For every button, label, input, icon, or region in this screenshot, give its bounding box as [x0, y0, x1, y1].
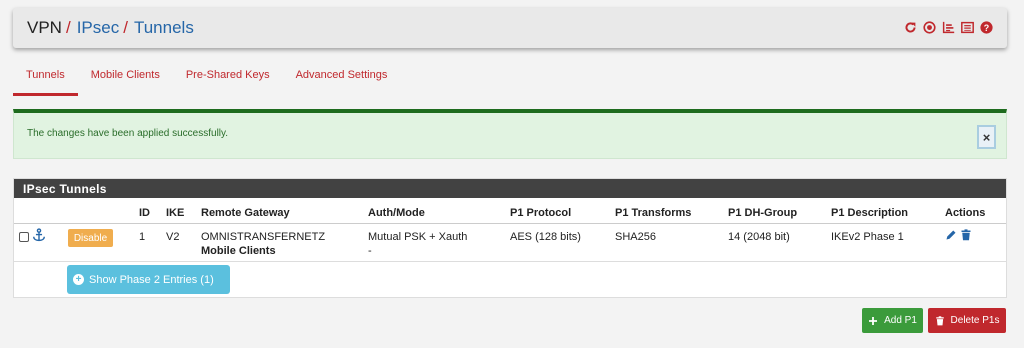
reload-icon[interactable] [904, 21, 917, 34]
anchor-icon[interactable] [32, 228, 46, 242]
cell-remote-gateway: OMNISTRANSFERNETZ [201, 231, 326, 243]
tab-mobile-clients[interactable]: Mobile Clients [78, 62, 173, 96]
row-select-checkbox[interactable] [19, 232, 29, 242]
show-phase2-label: Show Phase 2 Entries (1) [89, 273, 214, 286]
cell-id: 1 [139, 231, 146, 243]
chart-icon[interactable] [942, 21, 955, 34]
delete-p1s-button[interactable]: Delete P1s [928, 308, 1006, 333]
edit-icon[interactable] [945, 228, 957, 240]
column-header-auth-mode: Auth/Mode [368, 207, 425, 219]
column-header-p1-dh-group: P1 DH-Group [728, 207, 798, 219]
plus-circle-icon: + [73, 274, 84, 285]
tab-pre-shared-keys[interactable]: Pre-Shared Keys [173, 62, 283, 96]
breadcrumb-vpn: VPN [27, 18, 62, 37]
success-alert: The changes have been applied successful… [13, 109, 1007, 159]
ipsec-tunnels-panel: IPsec Tunnels ID IKE Remote Gateway Auth… [13, 178, 1007, 298]
svg-text:?: ? [984, 23, 989, 33]
alert-message: The changes have been applied successful… [27, 128, 229, 139]
cell-p1-transforms: SHA256 [615, 231, 656, 243]
cell-auth-mode: Mutual PSK + Xauth [368, 231, 468, 243]
trash-icon[interactable] [960, 228, 972, 241]
cell-p1-description: IKEv2 Phase 1 [831, 231, 904, 243]
add-p1-label: Add P1 [884, 315, 917, 326]
cell-auth-mode-sub: - [368, 245, 372, 257]
close-icon[interactable]: × [977, 125, 996, 149]
show-phase2-button[interactable]: + Show Phase 2 Entries (1) [67, 265, 230, 294]
record-icon[interactable] [923, 21, 936, 34]
add-p1-button[interactable]: Add P1 [862, 308, 923, 333]
breadcrumb-tunnels[interactable]: Tunnels [134, 18, 194, 38]
tab-tunnels[interactable]: Tunnels [13, 62, 78, 96]
breadcrumb-separator: / [65, 18, 71, 37]
column-header-p1-protocol: P1 Protocol [510, 207, 572, 219]
cell-remote-gateway-sub: Mobile Clients [201, 245, 276, 257]
column-header-p1-transforms: P1 Transforms [615, 207, 692, 219]
tab-advanced-settings[interactable]: Advanced Settings [283, 62, 401, 96]
plus-icon [869, 316, 878, 325]
breadcrumb-ipsec[interactable]: IPsec [77, 18, 120, 38]
header-icon-bar: ? [904, 21, 993, 34]
column-header-ike: IKE [166, 207, 185, 219]
column-header-remote-gateway: Remote Gateway [201, 207, 290, 219]
cell-ike: V2 [166, 231, 180, 243]
delete-p1s-label: Delete P1s [950, 315, 1000, 326]
panel-title: IPsec Tunnels [14, 179, 1006, 198]
row-divider [14, 261, 1006, 262]
page-header: VPN / IPsec / Tunnels ? [13, 8, 1007, 48]
help-icon[interactable]: ? [980, 21, 993, 34]
column-header-id: ID [139, 207, 150, 219]
trash-icon [935, 315, 944, 325]
cell-p1-dh-group: 14 (2048 bit) [728, 231, 790, 243]
breadcrumb-separator: / [123, 18, 128, 37]
cell-p1-protocol: AES (128 bits) [510, 231, 581, 243]
disable-button[interactable]: Disable [68, 229, 113, 247]
header-divider [14, 223, 1006, 224]
column-header-actions: Actions [945, 207, 986, 219]
log-icon[interactable] [961, 21, 974, 34]
column-header-p1-description: P1 Description [831, 207, 909, 219]
tab-bar: Tunnels Mobile Clients Pre-Shared Keys A… [13, 62, 400, 96]
